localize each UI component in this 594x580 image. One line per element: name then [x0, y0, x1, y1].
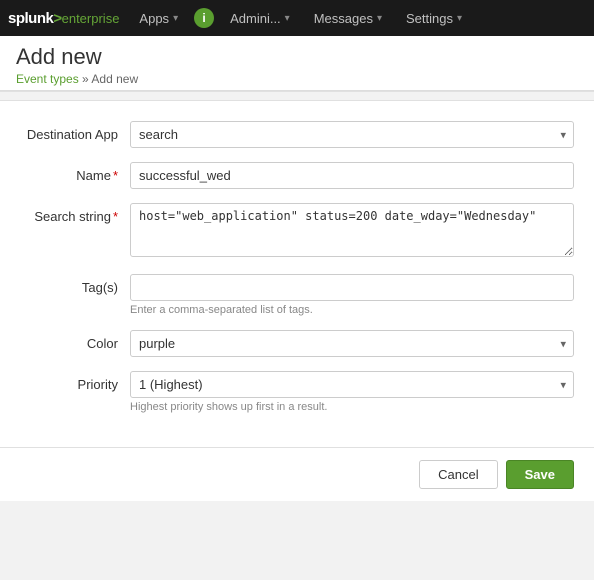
priority-label: Priority [20, 371, 130, 392]
destination-app-select-wrap: search launcher splunk_httpinput ▾ [130, 121, 574, 148]
color-select[interactable]: none purple blue green red orange yellow [130, 330, 574, 357]
nav-item-apps[interactable]: Apps ▾ [127, 0, 190, 36]
color-wrap: none purple blue green red orange yellow… [130, 330, 574, 357]
form-row-destination-app: Destination App search launcher splunk_h… [20, 121, 574, 148]
breadcrumb-separator: » [82, 72, 91, 86]
form-row-color: Color none purple blue green red orange … [20, 330, 574, 357]
priority-select-wrap: 1 (Highest) 2 3 4 5 6 7 (Lowest) ▾ [130, 371, 574, 398]
nav-settings-label: Settings [406, 11, 453, 26]
page-header: Add new Event types » Add new [0, 36, 594, 91]
color-select-wrap: none purple blue green red orange yellow… [130, 330, 574, 357]
brand-logo[interactable]: splunk> enterprise [8, 10, 119, 27]
breadcrumb: Event types » Add new [16, 72, 578, 86]
nav-settings-caret: ▾ [457, 13, 462, 24]
nav-apps-caret: ▾ [173, 13, 178, 24]
name-label: Name* [20, 162, 130, 183]
brand-enterprise-text: enterprise [62, 11, 120, 26]
color-label: Color [20, 330, 130, 351]
section-separator [0, 91, 594, 101]
search-string-textarea[interactable] [130, 203, 574, 257]
nav-item-admin[interactable]: Admini... ▾ [218, 0, 302, 36]
nav-item-messages[interactable]: Messages ▾ [302, 0, 394, 36]
nav-apps-label: Apps [139, 11, 169, 26]
nav-info-icon[interactable]: i [194, 8, 214, 28]
form-row-priority: Priority 1 (Highest) 2 3 4 5 6 7 (Lowest… [20, 371, 574, 413]
tags-input[interactable] [130, 274, 574, 301]
navbar: splunk> enterprise Apps ▾ i Admini... ▾ … [0, 0, 594, 36]
brand-splunk-text: splunk> [8, 10, 62, 27]
nav-item-settings[interactable]: Settings ▾ [394, 0, 474, 36]
form-row-search-string: Search string* [20, 203, 574, 260]
priority-wrap: 1 (Highest) 2 3 4 5 6 7 (Lowest) ▾ Highe… [130, 371, 574, 413]
form-row-name: Name* [20, 162, 574, 189]
content-area: Destination App search launcher splunk_h… [0, 101, 594, 501]
nav-messages-label: Messages [314, 11, 373, 26]
nav-admin-label: Admini... [230, 11, 281, 26]
destination-app-wrap: search launcher splunk_httpinput ▾ [130, 121, 574, 148]
save-button[interactable]: Save [506, 460, 574, 489]
page-title: Add new [16, 44, 578, 70]
breadcrumb-current: Add new [91, 72, 138, 86]
form-row-tags: Tag(s) Enter a comma-separated list of t… [20, 274, 574, 316]
search-string-label: Search string* [20, 203, 130, 224]
form-section: Destination App search launcher splunk_h… [0, 121, 594, 447]
destination-app-label: Destination App [20, 121, 130, 142]
cancel-button[interactable]: Cancel [419, 460, 497, 489]
destination-app-select[interactable]: search launcher splunk_httpinput [130, 121, 574, 148]
breadcrumb-link[interactable]: Event types [16, 72, 79, 86]
tags-label: Tag(s) [20, 274, 130, 295]
priority-select[interactable]: 1 (Highest) 2 3 4 5 6 7 (Lowest) [130, 371, 574, 398]
name-input[interactable] [130, 162, 574, 189]
name-wrap [130, 162, 574, 189]
search-string-wrap [130, 203, 574, 260]
form-actions: Cancel Save [0, 447, 594, 501]
priority-hint: Highest priority shows up first in a res… [130, 401, 574, 413]
name-required: * [113, 168, 118, 183]
nav-admin-caret: ▾ [285, 13, 290, 24]
tags-wrap: Enter a comma-separated list of tags. [130, 274, 574, 316]
nav-messages-caret: ▾ [377, 13, 382, 24]
tags-hint: Enter a comma-separated list of tags. [130, 304, 574, 316]
search-string-required: * [113, 209, 118, 224]
